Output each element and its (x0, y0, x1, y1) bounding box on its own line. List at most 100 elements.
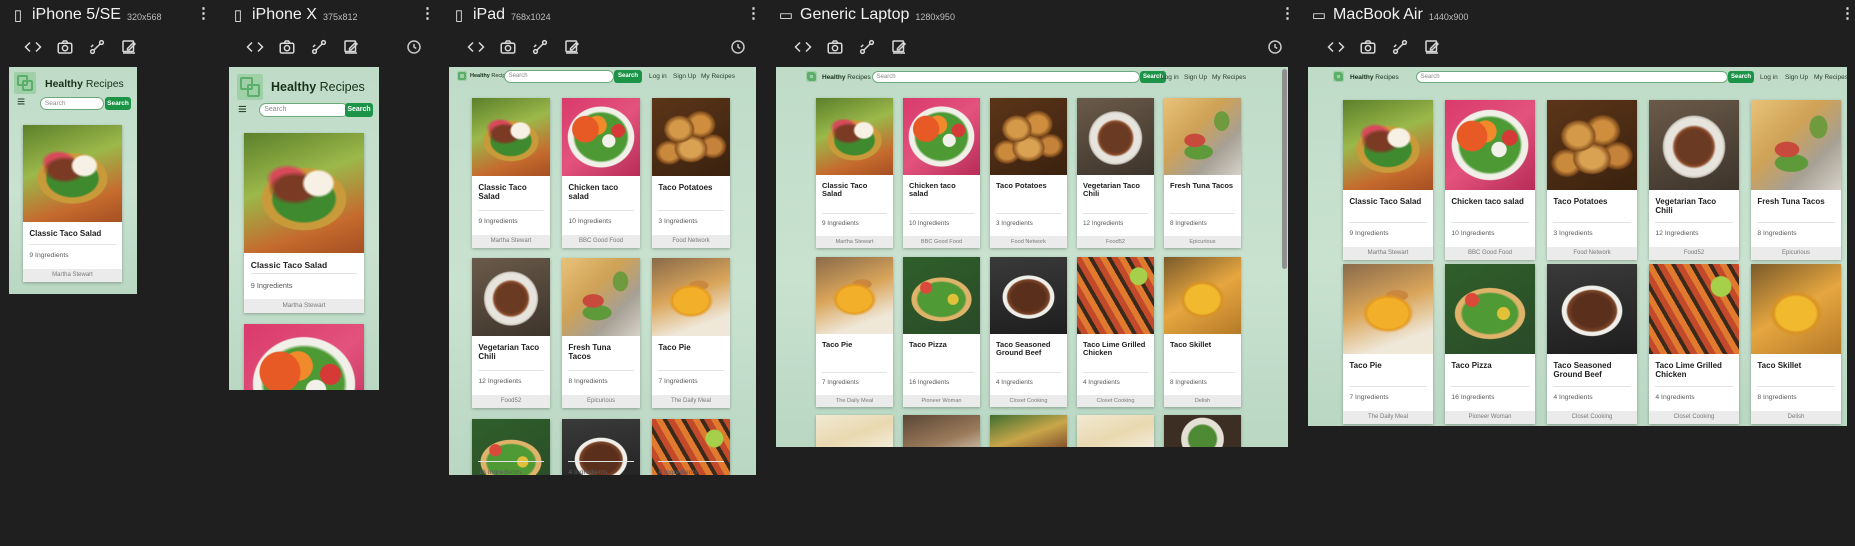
recipe-image[interactable] (562, 98, 640, 176)
recipe-source[interactable]: Epicurious (1164, 236, 1241, 248)
scrollbar[interactable] (1282, 69, 1287, 269)
recipe-source[interactable]: Food52 (472, 395, 550, 408)
edit-icon[interactable] (563, 38, 583, 58)
recipe-card[interactable] (1077, 415, 1154, 447)
edit-icon[interactable] (342, 38, 362, 58)
recipe-source[interactable]: Food Network (652, 235, 730, 248)
recipe-title[interactable]: Taco Pie (658, 343, 725, 352)
recipe-card[interactable]: Chicken taco salad10 Ingredients (244, 324, 364, 390)
code-icon[interactable] (24, 38, 44, 58)
rotate-icon[interactable] (729, 38, 749, 58)
recipe-image[interactable] (562, 419, 640, 475)
recipe-card[interactable]: Classic Taco Salad 9 Ingredients Martha St… (1343, 100, 1433, 260)
recipe-image[interactable] (903, 98, 980, 175)
recipe-title[interactable]: Taco Potatoes (658, 183, 725, 192)
my-recipes-link[interactable]: My Recipes (701, 73, 735, 80)
recipe-image[interactable] (1649, 264, 1739, 354)
recipe-source[interactable]: Delish (1164, 395, 1241, 407)
recipe-card[interactable] (1164, 415, 1241, 447)
recipe-image[interactable] (244, 133, 364, 253)
device-menu-icon[interactable]: ⋮ (746, 4, 761, 22)
recipe-card[interactable]: Taco Pie 7 Ingredients The Daily Meal (816, 257, 893, 407)
recipe-card[interactable]: Taco Skillet 8 Ingredients Delish (1164, 257, 1241, 407)
recipe-image[interactable] (1343, 100, 1433, 190)
recipe-image[interactable] (1547, 100, 1637, 190)
rotate-icon[interactable] (405, 38, 425, 58)
camera-icon[interactable] (826, 38, 846, 58)
recipe-source[interactable]: The Daily Meal (1343, 411, 1433, 424)
camera-icon[interactable] (1359, 38, 1379, 58)
site-logo[interactable] (237, 74, 263, 100)
recipe-card[interactable]: Fresh Tuna Tacos 8 Ingredients Epicurious (1751, 100, 1841, 260)
signup-link[interactable]: Sign Up (673, 73, 696, 80)
recipe-image[interactable] (472, 258, 550, 336)
site-brand-name[interactable]: Healthy Recipes (45, 78, 124, 90)
hamburger-menu-icon[interactable]: ≡ (17, 93, 25, 109)
recipe-title[interactable]: Classic Taco Salad (1349, 197, 1428, 206)
site-logo[interactable] (1333, 71, 1344, 82)
recipe-image[interactable] (990, 257, 1067, 334)
recipe-title[interactable]: Taco Pie (822, 340, 889, 350)
recipe-card[interactable]: Taco Pizza 16 Ingredients Pioneer Woman (1445, 264, 1535, 424)
recipe-source[interactable]: BBC Good Food (903, 236, 980, 248)
recipe-title[interactable]: Classic Taco Salad (822, 181, 889, 199)
recipe-title[interactable]: Taco Seasoned Ground Beef (996, 340, 1063, 358)
search-input[interactable]: Search (872, 71, 1140, 83)
recipe-title[interactable]: Classic Taco Salad (251, 260, 359, 271)
recipe-image[interactable] (1077, 98, 1154, 175)
recipe-image[interactable] (652, 98, 730, 176)
recipe-image[interactable] (1343, 264, 1433, 354)
recipe-image[interactable] (816, 98, 893, 175)
recipe-image[interactable] (816, 257, 893, 334)
recipe-card[interactable]: Classic Taco Salad 9 Ingredients Martha St… (816, 98, 893, 248)
recipe-title[interactable]: Taco Pizza (1451, 361, 1530, 370)
recipe-source[interactable]: Epicurious (562, 395, 640, 408)
recipe-source[interactable]: Closet Cooking (1077, 395, 1154, 407)
recipe-source[interactable]: Food52 (1649, 247, 1739, 260)
my-recipes-link[interactable]: My Recipes (1212, 74, 1246, 81)
recipe-card[interactable]: Taco Potatoes 3 Ingredients Food Network (990, 98, 1067, 248)
search-button[interactable]: Search (105, 97, 131, 110)
recipe-card[interactable] (903, 415, 980, 447)
recipe-card[interactable]: Taco Seasoned Ground Beef 4 Ingredients Cl… (1547, 264, 1637, 424)
recipe-card[interactable]: Chicken taco salad 10 Ingredients BBC Good… (562, 98, 640, 248)
login-link[interactable]: Log in (1161, 74, 1179, 81)
recipe-source[interactable]: Pioneer Woman (1445, 411, 1535, 424)
recipe-card[interactable]: Chicken taco salad 10 Ingredients BBC Good… (903, 98, 980, 248)
recipe-image[interactable] (652, 419, 730, 475)
camera-icon[interactable] (499, 38, 519, 58)
recipe-title[interactable]: Chicken taco salad (909, 181, 976, 199)
recipe-image[interactable] (990, 98, 1067, 175)
recipe-title[interactable]: Taco Skillet (1170, 340, 1237, 350)
recipe-image[interactable] (1547, 264, 1637, 354)
recipe-card[interactable]: Vegetarian Taco Chili 12 Ingredients Food5… (1077, 98, 1154, 248)
recipe-source[interactable]: BBC Good Food (1445, 247, 1535, 260)
recipe-image[interactable] (1445, 264, 1535, 354)
device-menu-icon[interactable]: ⋮ (420, 4, 435, 22)
recipe-image[interactable] (652, 258, 730, 336)
rotate-icon[interactable] (1266, 38, 1286, 58)
recipe-title[interactable]: Classic Taco Salad (29, 229, 117, 238)
recipe-title[interactable]: Fresh Tuna Tacos (1757, 197, 1836, 206)
recipe-source[interactable]: Martha Stewart (472, 235, 550, 248)
device-menu-icon[interactable]: ⋮ (196, 4, 211, 22)
site-brand-name[interactable]: Healthy Recipes (1350, 74, 1399, 81)
pen-tool-icon[interactable] (858, 38, 878, 58)
recipe-card[interactable]: Fresh Tuna Tacos 8 Ingredients Epicurious (562, 258, 640, 408)
recipe-card[interactable]: Taco Pie 7 Ingredients The Daily Meal (652, 258, 730, 408)
camera-icon[interactable] (278, 38, 298, 58)
recipe-source[interactable]: Closet Cooking (1547, 411, 1637, 424)
signup-link[interactable]: Sign Up (1184, 74, 1207, 81)
recipe-image[interactable] (990, 415, 1067, 447)
recipe-image[interactable] (903, 415, 980, 447)
recipe-source[interactable]: BBC Good Food (562, 235, 640, 248)
edit-icon[interactable] (1423, 38, 1443, 58)
pen-tool-icon[interactable] (531, 38, 551, 58)
recipe-image[interactable] (1649, 100, 1739, 190)
recipe-card[interactable]: Vegetarian Taco Chili 12 Ingredients Food5… (1649, 100, 1739, 260)
recipe-source[interactable]: Epicurious (1751, 247, 1841, 260)
recipe-card[interactable]: Classic Taco Salad 9 Ingredients Martha St… (23, 125, 122, 282)
site-logo[interactable] (457, 71, 467, 81)
recipe-card[interactable] (816, 415, 893, 447)
search-input[interactable]: Search (40, 97, 104, 110)
